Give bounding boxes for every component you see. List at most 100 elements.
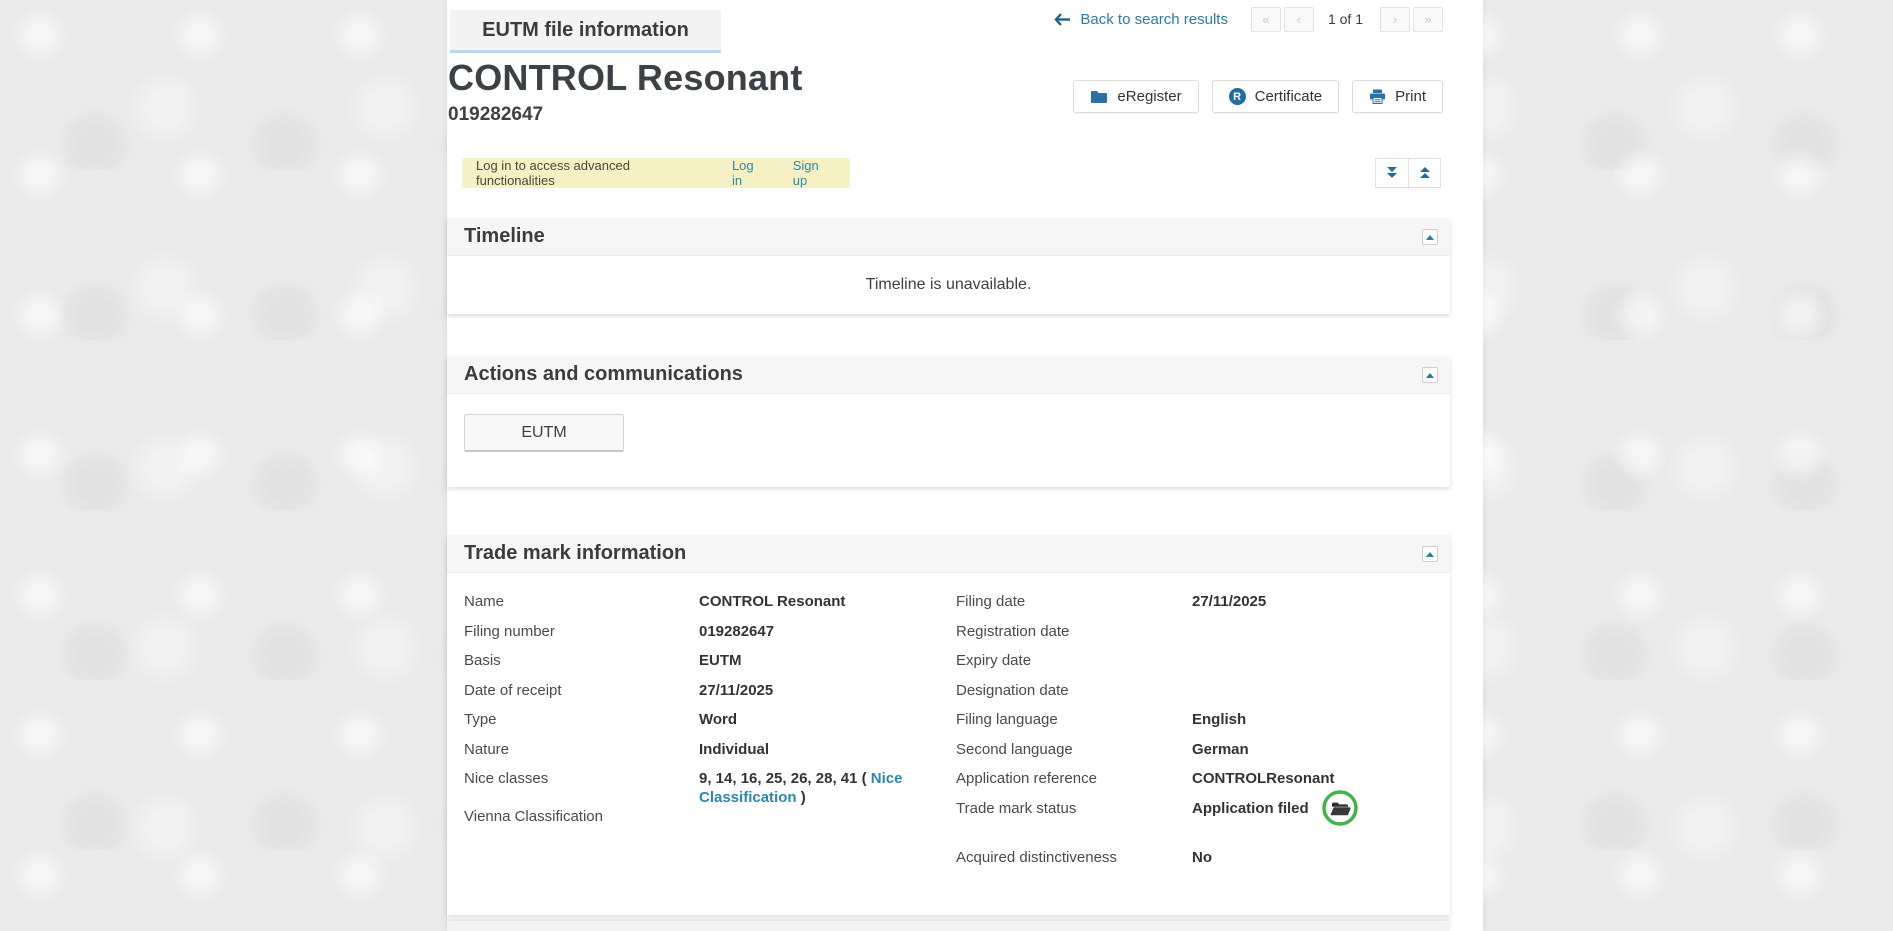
next-page-button[interactable]: › — [1380, 7, 1410, 32]
collapse-all-button[interactable] — [1375, 158, 1408, 188]
timeline-section-title: Timeline — [464, 225, 545, 248]
row-value: EUTM — [699, 651, 904, 670]
row-label: Filing number — [464, 622, 699, 641]
print-label: Print — [1395, 88, 1426, 105]
eregister-label: eRegister — [1117, 88, 1181, 105]
timeline-section-header[interactable]: Timeline — [447, 218, 1450, 256]
row-label: Filing language — [956, 710, 1192, 729]
login-link[interactable]: Log in — [732, 158, 767, 188]
actions-section-header[interactable]: Actions and communications — [447, 356, 1450, 394]
prev-page-button[interactable]: ‹ — [1284, 7, 1314, 32]
back-row: Back to search results « ‹ 1 of 1 › » — [447, 5, 1443, 33]
folder-icon — [1090, 90, 1108, 104]
row-value: 9, 14, 16, 25, 26, 28, 41 ( Nice Classif… — [699, 769, 904, 807]
row-value: English — [1192, 710, 1246, 729]
table-row: Filing date 27/11/2025 — [956, 592, 1450, 622]
row-label: Vienna Classification — [464, 807, 699, 826]
back-to-search-link[interactable]: Back to search results — [1054, 11, 1228, 28]
login-banner-message: Log in to access advanced functionalitie… — [476, 158, 708, 188]
table-row: Name CONTROL Resonant — [464, 592, 956, 622]
double-chevron-down-icon — [1385, 166, 1399, 180]
certificate-button[interactable]: R Certificate — [1212, 80, 1340, 113]
table-row: Registration date — [956, 622, 1450, 652]
printer-icon — [1369, 89, 1386, 104]
actions-collapse-button[interactable] — [1422, 367, 1438, 383]
table-row: Expiry date — [956, 651, 1450, 681]
row-value: Individual — [699, 740, 904, 759]
table-row: Nice classes 9, 14, 16, 25, 26, 28, 41 (… — [464, 769, 956, 807]
triangle-up-icon — [1426, 552, 1434, 557]
row-label: Expiry date — [956, 651, 1192, 670]
expand-all-button[interactable] — [1408, 158, 1441, 188]
row-label: Name — [464, 592, 699, 611]
pagination: « ‹ 1 of 1 › » — [1248, 7, 1443, 32]
row-value: CONTROLResonant — [1192, 769, 1335, 788]
table-row: Basis EUTM — [464, 651, 956, 681]
fold-all-group — [1375, 158, 1441, 188]
last-page-button[interactable]: » — [1413, 7, 1443, 32]
trademark-collapse-button[interactable] — [1422, 546, 1438, 562]
table-row: Trade mark status Application filed — [956, 799, 1450, 829]
table-row: Filing number 019282647 — [464, 622, 956, 652]
back-link-label: Back to search results — [1080, 11, 1228, 28]
row-value: No — [1192, 848, 1212, 867]
row-value: Application filed — [1192, 799, 1359, 827]
trademark-section-header[interactable]: Trade mark information — [447, 535, 1450, 573]
double-chevron-up-icon — [1418, 166, 1432, 180]
content-column: EUTM file information Back to search res… — [447, 0, 1483, 931]
back-arrow-icon — [1054, 13, 1071, 26]
table-row: Application reference CONTROLResonant — [956, 769, 1450, 799]
title-block: CONTROL Resonant 019282647 — [448, 57, 803, 126]
section-timeline: Timeline Timeline is unavailable. — [447, 218, 1450, 314]
row-label: Nature — [464, 740, 699, 759]
eregister-button[interactable]: eRegister — [1073, 80, 1198, 113]
trademark-table-right-column: Filing date 27/11/2025 Registration date… — [956, 592, 1450, 878]
actions-section-title: Actions and communications — [464, 363, 743, 386]
first-page-button[interactable]: « — [1251, 7, 1281, 32]
row-label: Registration date — [956, 622, 1192, 641]
table-row: Type Word — [464, 710, 956, 740]
triangle-up-icon — [1426, 373, 1434, 378]
trademark-section-title: Trade mark information — [464, 542, 686, 565]
signup-link[interactable]: Sign up — [793, 158, 836, 188]
circle-r-icon: R — [1229, 88, 1246, 105]
trademark-table: Name CONTROL Resonant Filing number 0192… — [447, 573, 1450, 878]
row-label: Nice classes — [464, 769, 699, 788]
timeline-unavailable-message: Timeline is unavailable. — [866, 276, 1032, 294]
eutm-tab-button[interactable]: EUTM — [464, 414, 624, 452]
section-actions-communications: Actions and communications EUTM — [447, 356, 1450, 487]
nice-classes-suffix: ) — [797, 789, 806, 806]
row-label: Acquired distinctiveness — [956, 848, 1192, 867]
page-indicator: 1 of 1 — [1328, 11, 1363, 27]
header-action-buttons: eRegister R Certificate Print — [1073, 80, 1443, 113]
table-row: Filing language English — [956, 710, 1450, 740]
application-filed-status-icon — [1321, 789, 1359, 827]
row-value: 27/11/2025 — [699, 681, 904, 700]
triangle-up-icon — [1426, 235, 1434, 240]
table-row: Designation date — [956, 681, 1450, 711]
row-label: Type — [464, 710, 699, 729]
certificate-label: Certificate — [1255, 88, 1323, 105]
table-row: Vienna Classification — [464, 807, 956, 837]
row-label: Designation date — [956, 681, 1192, 700]
table-row: Date of receipt 27/11/2025 — [464, 681, 956, 711]
row-value: 019282647 — [699, 622, 904, 641]
row-label: Second language — [956, 740, 1192, 759]
row-label: Basis — [464, 651, 699, 670]
row-label: Application reference — [956, 769, 1192, 788]
row-label: Trade mark status — [956, 799, 1192, 818]
page-title: CONTROL Resonant — [448, 57, 803, 99]
row-value: German — [1192, 740, 1249, 759]
table-row: Second language German — [956, 740, 1450, 770]
row-value: 27/11/2025 — [1192, 592, 1266, 611]
nice-classes-prefix: 9, 14, 16, 25, 26, 28, 41 ( — [699, 770, 871, 787]
next-section-header-cutoff — [447, 921, 1450, 931]
row-label: Filing date — [956, 592, 1192, 611]
trademark-status-text: Application filed — [1192, 799, 1309, 818]
table-row: Nature Individual — [464, 740, 956, 770]
table-row: Acquired distinctiveness No — [956, 848, 1450, 878]
print-button[interactable]: Print — [1352, 80, 1443, 113]
trademark-table-left-column: Name CONTROL Resonant Filing number 0192… — [464, 592, 956, 878]
timeline-collapse-button[interactable] — [1422, 229, 1438, 245]
section-trademark-information: Trade mark information Name CONTROL Reso… — [447, 535, 1450, 915]
